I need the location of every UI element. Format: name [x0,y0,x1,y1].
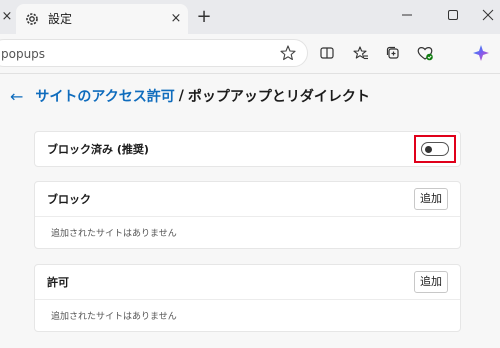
divider [35,299,460,300]
previous-tab-close-icon[interactable]: × [0,8,14,26]
copilot-icon [473,45,489,61]
block-empty-text: 追加されたサイトはありません [51,229,177,239]
browser-essentials-button[interactable] [414,42,436,64]
allow-empty-text: 追加されたサイトはありません [51,312,177,322]
address-bar[interactable]: popups [0,39,308,67]
toggle-knob [425,145,432,153]
window-close-button[interactable] [476,0,500,30]
allow-section-card: 許可 追加 追加されたサイトはありません [34,264,461,332]
maximize-button[interactable] [430,0,476,30]
settings-content: ← サイトのアクセス許可 / ポップアップとリダイレクト ブロック済み (推奨)… [0,75,500,348]
tab-strip: × 設定 × + [0,0,500,34]
heart-pulse-icon [417,47,433,61]
tab-close-icon[interactable]: × [168,10,184,28]
breadcrumb-site-permissions-link[interactable]: サイトのアクセス許可 [35,86,174,106]
minimize-button[interactable] [384,0,430,30]
tab-title: 設定 [48,12,73,26]
divider [35,216,460,217]
page-heading: ← サイトのアクセス許可 / ポップアップとリダイレクト [10,85,370,107]
blocked-setting-label: ブロック済み (推奨) [47,143,149,156]
collections-button[interactable] [382,42,404,64]
block-section-card: ブロック 追加 追加されたサイトはありません [34,181,461,249]
blocked-toggle-switch[interactable] [421,142,449,156]
breadcrumb-separator: / [178,88,184,104]
gear-icon [26,13,38,25]
favorite-star-icon[interactable] [279,44,297,62]
close-icon [482,9,494,21]
page-title: ポップアップとリダイレクト [187,89,370,105]
block-add-button[interactable]: 追加 [414,188,448,210]
allow-add-button[interactable]: 追加 [414,271,448,293]
blocked-setting-card: ブロック済み (推奨) [34,131,461,167]
favorites-button[interactable] [350,42,372,64]
minimize-icon [402,14,412,16]
browser-toolbar: popups [0,34,500,74]
tab-settings[interactable]: 設定 × [16,4,188,34]
maximize-icon [448,10,458,20]
allow-section-label: 許可 [47,276,69,289]
collections-icon [386,46,399,59]
split-screen-button[interactable] [316,42,338,64]
address-url: popups [1,47,46,61]
back-arrow-icon[interactable]: ← [10,87,23,106]
block-section-label: ブロック [47,193,91,206]
split-screen-icon [320,47,334,59]
copilot-button[interactable] [470,42,492,64]
new-tab-button[interactable]: + [194,7,214,27]
favorites-icon [353,46,368,60]
